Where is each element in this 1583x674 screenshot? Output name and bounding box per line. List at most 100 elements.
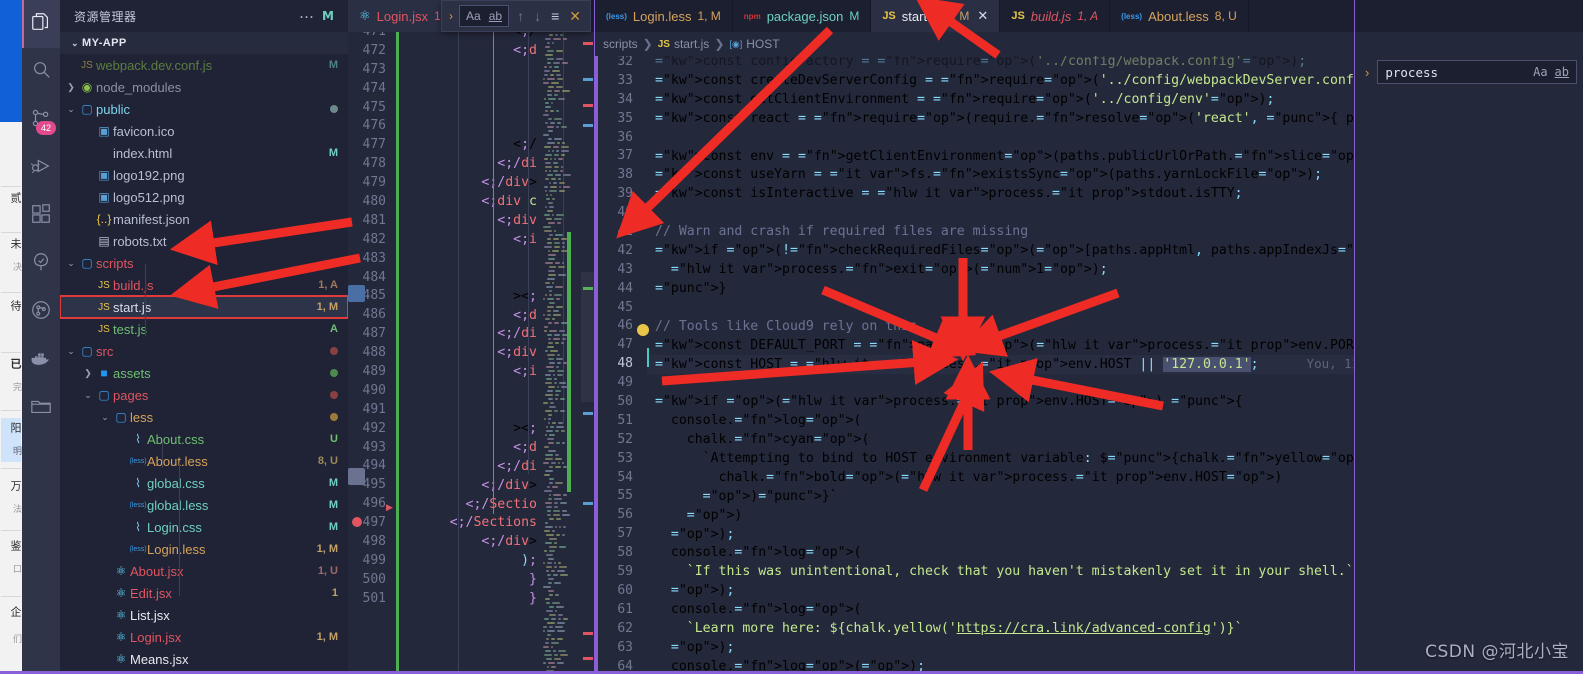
- activity-item-docker[interactable]: [22, 336, 60, 384]
- tree-item-less[interactable]: ⌄ ▢ less: [60, 406, 348, 428]
- lightbulb-icon[interactable]: [637, 324, 649, 336]
- code-line[interactable]: <;/Sections: [450, 514, 537, 533]
- workspace-folder-header[interactable]: ⌄ MY-APP: [60, 32, 348, 54]
- code-line[interactable]: <;/di: [497, 458, 537, 477]
- code-line[interactable]: [647, 204, 1355, 223]
- find-widget[interactable]: › Aa ab ↑ ↓ ≡ ✕: [441, 0, 591, 32]
- code-line[interactable]: chalk.="fn">bold="op">(="hlw it var">pro…: [647, 469, 1355, 488]
- code-line[interactable]: ="kw">const DEFAULT_PORT = ="fn">parseIn…: [647, 337, 1355, 356]
- tree-item-about-less[interactable]: (less) About.less 8, U: [60, 450, 348, 472]
- tree-item-login-css[interactable]: ⌇ Login.css M: [60, 516, 348, 538]
- chevron-right-icon[interactable]: ❯: [64, 82, 78, 93]
- search-input[interactable]: process Aa ab: [1377, 60, 1577, 84]
- code-line[interactable]: ="op">);: [647, 639, 1355, 658]
- whole-word-icon[interactable]: ab: [1555, 65, 1569, 79]
- close-icon[interactable]: ✕: [567, 8, 583, 25]
- code-line[interactable]: [647, 299, 1355, 318]
- code-area-group-2[interactable]: 32 33 34 35 36 37 38 39 40 41 42 43 44 45 46 47 48 49 50 51…: [595, 56, 1355, 674]
- code-line[interactable]: <;/di: [497, 155, 537, 174]
- tab-login-less[interactable]: (less) Login.less 1, M: [595, 0, 733, 32]
- breadcrumb-item[interactable]: scripts: [603, 37, 638, 51]
- debug-gutter-icon[interactable]: [348, 468, 365, 485]
- code-line[interactable]: // Warn and crash if required files are …: [647, 223, 1355, 242]
- code-line[interactable]: <;/div>: [481, 533, 537, 552]
- code-line[interactable]: console.="fn">log="op">(: [647, 601, 1355, 620]
- code-line[interactable]: ="kw">const getClientEnvironment = ="fn"…: [647, 91, 1355, 110]
- tree-item-scripts[interactable]: ⌄ ▢ scripts: [60, 252, 348, 274]
- activity-item-test-explorer[interactable]: [22, 240, 60, 288]
- activity-item-run-debug[interactable]: [22, 144, 60, 192]
- code-line[interactable]: <;d: [513, 439, 537, 458]
- file-tree[interactable]: JS webpack.dev.conf.js M ❯ ◉ node_modules ⌄ ▢ pu…: [60, 54, 348, 674]
- breadcrumb-group-2[interactable]: scripts ❯ JS start.js ❯ [◉] HOST: [595, 32, 1355, 56]
- tab-package-json[interactable]: npm package.json M: [732, 0, 872, 32]
- activity-item-extensions[interactable]: [22, 192, 60, 240]
- code-line[interactable]: <;/: [513, 32, 537, 42]
- code-line[interactable]: ="hlw it var">process.="fn">exit="op">(=…: [647, 261, 1355, 280]
- tree-item-src[interactable]: ⌄ ▢ src: [60, 340, 348, 362]
- code-line[interactable]: <;div: [497, 344, 537, 363]
- activity-item-remote-explorer[interactable]: [22, 384, 60, 432]
- tree-item-edit-jsx[interactable]: ⚛ Edit.jsx 1: [60, 582, 348, 604]
- tree-item-node_modules[interactable]: ❯ ◉ node_modules: [60, 76, 348, 98]
- code-line[interactable]: <;/: [513, 136, 537, 155]
- code-line[interactable]: ="kw">const configFactory = ="fn">requir…: [647, 56, 1355, 72]
- code-line[interactable]: `If this was unintentional, check that y…: [647, 563, 1355, 582]
- find-options-box[interactable]: Aa ab: [459, 5, 510, 27]
- code-line[interactable]: [647, 129, 1355, 148]
- chevron-right-icon[interactable]: ❯: [81, 368, 95, 379]
- tree-item-global-less[interactable]: (less) global.less M: [60, 494, 348, 516]
- tree-item-pages[interactable]: ⌄ ▢ pages: [60, 384, 348, 406]
- editor-group-separator[interactable]: [1354, 0, 1355, 674]
- tab-start-js[interactable]: JS start.js 1, M ✕: [871, 0, 1001, 32]
- code-line[interactable]: ="kw">const react = ="fn">require="op">(…: [647, 110, 1355, 129]
- code-line[interactable]: }: [529, 590, 537, 609]
- code-line[interactable]: <;/div>: [481, 477, 537, 496]
- folding-marker[interactable]: ▶: [386, 502, 393, 513]
- tree-item-about-css[interactable]: ⌇ About.css U: [60, 428, 348, 450]
- activity-item-search[interactable]: [22, 48, 60, 96]
- code-line[interactable]: ="op">)="punc">}`: [647, 488, 1355, 507]
- tab-about-less[interactable]: (less) About.less 8, U: [1110, 0, 1249, 32]
- activity-item-explorer[interactable]: [22, 0, 60, 48]
- tree-item-index-html[interactable]: index.html M: [60, 142, 348, 164]
- chevron-down-icon[interactable]: ⌄: [64, 346, 78, 357]
- find-next-icon[interactable]: ↓: [532, 8, 543, 24]
- code-line[interactable]: ="op">);: [647, 526, 1355, 545]
- chevron-down-icon[interactable]: ⌄: [81, 390, 95, 401]
- tree-item-assets[interactable]: ❯ ■ assets: [60, 362, 348, 384]
- chevron-right-icon[interactable]: ›: [449, 9, 453, 23]
- tree-item-logo192-png[interactable]: ▣ logo192.png: [60, 164, 348, 186]
- code-line[interactable]: }: [529, 571, 537, 590]
- code-line[interactable]: chalk.="fn">cyan="op">(: [647, 431, 1355, 450]
- code-line[interactable]: <;/Sectio: [466, 496, 538, 515]
- tree-item-build-js[interactable]: JS build.js 1, A: [60, 274, 348, 296]
- tree-item-public[interactable]: ⌄ ▢ public: [60, 98, 348, 120]
- tree-item-webpack-dev-conf-js[interactable]: JS webpack.dev.conf.js M: [60, 54, 348, 76]
- code-line[interactable]: <;i: [513, 231, 537, 250]
- code-line[interactable]: <;i: [513, 363, 537, 382]
- whole-word-icon[interactable]: ab: [489, 9, 502, 23]
- code-line[interactable]: <;d: [513, 307, 537, 326]
- breadcrumb-item[interactable]: [◉] HOST: [729, 37, 779, 51]
- code-line[interactable]: ="kw">const createDevServerConfig = ="fn…: [647, 72, 1355, 91]
- tree-item-robots-txt[interactable]: ▤ robots.txt: [60, 230, 348, 252]
- tree-item-global-css[interactable]: ⌇ global.css M: [60, 472, 348, 494]
- tree-item-favicon-ico[interactable]: ▣ favicon.ico: [60, 120, 348, 142]
- code-line[interactable]: [647, 374, 1355, 393]
- activity-item-git-graph[interactable]: [22, 288, 60, 336]
- tree-item-means-jsx[interactable]: ⚛ Means.jsx: [60, 648, 348, 670]
- code-line[interactable]: `Learn more here: ${chalk.yellow('https:…: [647, 620, 1355, 639]
- code-line[interactable]: ="kw">const isInteractive = ="hlw it var…: [647, 185, 1355, 204]
- tree-item-test-js[interactable]: JS test.js A: [60, 318, 348, 340]
- code-line[interactable]: ="kw">const env = ="fn">getClientEnviron…: [647, 148, 1355, 167]
- code-line[interactable]: <;d: [513, 42, 537, 61]
- code-line[interactable]: ="op">): [647, 507, 1355, 526]
- tree-item-login-jsx[interactable]: ⚛ Login.jsx 1, M: [60, 626, 348, 648]
- find-in-selection-icon[interactable]: ≡: [549, 8, 561, 24]
- tree-item-list-jsx[interactable]: ⚛ List.jsx: [60, 604, 348, 626]
- code-line[interactable]: ="kw">if ="op">(="hlw it var">process.="…: [647, 393, 1355, 412]
- code-line[interactable]: console.="fn">log="op">(: [647, 544, 1355, 563]
- code-line[interactable]: ="op">);: [647, 582, 1355, 601]
- code-line[interactable]: ="kw">if ="op">(!="fn">checkRequiredFile…: [647, 242, 1355, 261]
